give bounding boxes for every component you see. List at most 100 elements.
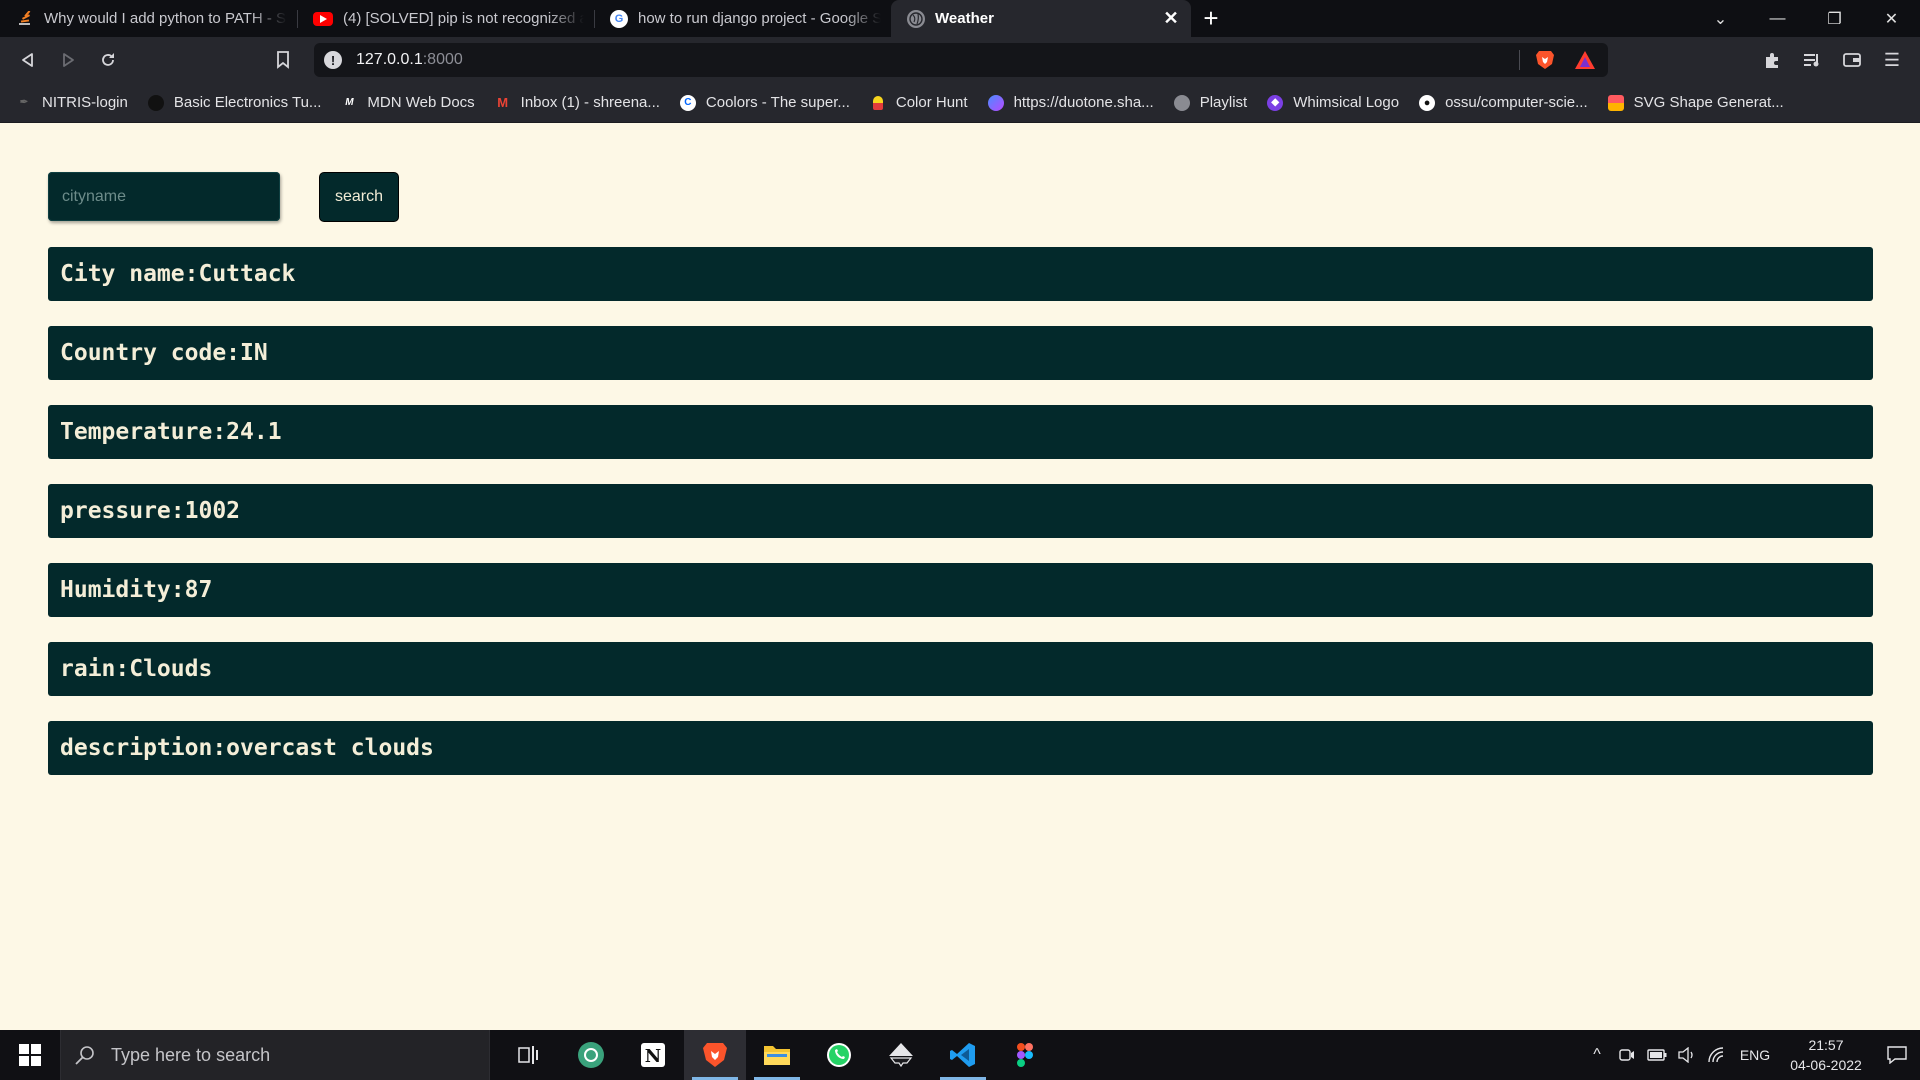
search-button[interactable]: search [319, 172, 399, 222]
svg-shape-icon [1607, 94, 1624, 111]
battery-icon[interactable] [1642, 1049, 1672, 1061]
search-icon [75, 1046, 94, 1065]
window-controls: ⌄ — ❐ ✕ [1692, 0, 1920, 37]
bookmark-label: Coolors - The super... [705, 94, 850, 111]
chatgpt-icon [578, 1042, 604, 1068]
taskbar-app-notion[interactable]: N [622, 1030, 684, 1080]
result-pressure: pressure:1002 [48, 484, 1873, 538]
address-bar[interactable]: ! 127.0.0.1:8000 [314, 43, 1608, 77]
tab-google[interactable]: G how to run django project - Google Se [594, 0, 891, 37]
tab-title: how to run django project - Google Se [638, 10, 881, 27]
wallet-icon[interactable] [1832, 40, 1872, 80]
language-indicator[interactable]: ENG [1732, 1047, 1778, 1063]
extensions-icon[interactable] [1752, 40, 1792, 80]
globe-icon [1173, 94, 1190, 111]
inkscape-icon [889, 1043, 913, 1068]
notification-center-button[interactable] [1874, 1030, 1920, 1080]
restore-button[interactable]: ❐ [1806, 0, 1863, 37]
meet-now-icon[interactable] [1612, 1048, 1642, 1062]
result-rain: rain:Clouds [48, 642, 1873, 696]
coolors-icon: C [679, 94, 696, 111]
site-info-icon[interactable]: ! [324, 51, 342, 69]
close-tab-icon[interactable]: ✕ [1161, 8, 1181, 29]
city-name-input[interactable] [48, 172, 280, 221]
bookmark-color-hunt[interactable]: Color Hunt [870, 94, 968, 111]
bookmark-svg-shape[interactable]: SVG Shape Generat... [1607, 94, 1784, 111]
omnibox-divider [1519, 50, 1520, 70]
bookmark-icon[interactable] [263, 40, 303, 80]
bookmarks-bar: ✒ NITRIS-login Basic Electronics Tu... MM… [0, 83, 1920, 123]
result-country-code: Country code:IN [48, 326, 1873, 380]
tab-search-icon[interactable]: ⌄ [1692, 0, 1749, 37]
taskbar-app-file-explorer[interactable] [746, 1030, 808, 1080]
folder-icon [764, 1046, 790, 1065]
bookmark-mdn[interactable]: M MDN Web Docs [341, 94, 474, 111]
gmail-icon: M [497, 95, 509, 110]
wifi-icon[interactable] [1702, 1047, 1732, 1063]
result-humidity: Humidity:87 [48, 563, 1873, 617]
tab-title: Weather [935, 10, 994, 27]
new-tab-button[interactable]: + [1191, 0, 1231, 37]
bookmark-playlist[interactable]: Playlist [1173, 94, 1247, 111]
windows-icon [19, 1044, 41, 1066]
result-temperature: Temperature:24.1 [48, 405, 1873, 459]
brave-rewards-icon[interactable] [1574, 50, 1596, 70]
color-hunt-icon [872, 95, 883, 110]
menu-icon[interactable]: ☰ [1872, 40, 1912, 80]
minimize-button[interactable]: — [1749, 0, 1806, 37]
taskbar-app-figma[interactable] [994, 1030, 1056, 1080]
taskbar-app-inkscape[interactable] [870, 1030, 932, 1080]
clock[interactable]: 21:57 04-06-2022 [1778, 1035, 1874, 1075]
globe-icon [907, 9, 925, 28]
reload-button[interactable] [88, 40, 128, 80]
volume-icon[interactable] [1672, 1047, 1702, 1063]
system-tray: ^ ENG 21:57 04-06-2022 [1582, 1030, 1920, 1080]
tab-weather[interactable]: Weather ✕ [891, 0, 1191, 37]
bookmark-ossu[interactable]: ● ossu/computer-scie... [1419, 94, 1588, 111]
start-button[interactable] [0, 1030, 60, 1080]
stackoverflow-icon [16, 10, 34, 28]
back-button[interactable] [8, 40, 48, 80]
chevron-up-icon[interactable]: ^ [1582, 1046, 1612, 1064]
tab-youtube[interactable]: (4) [SOLVED] pip is not recognized as a [297, 0, 594, 37]
brave-shields-icon[interactable] [1534, 49, 1556, 71]
toolbar-actions: ☰ [1752, 40, 1912, 80]
tab-strip: Why would I add python to PATH - Sta (4)… [0, 0, 1920, 37]
bookmark-basic-electronics[interactable]: Basic Electronics Tu... [147, 94, 322, 111]
task-view-icon [518, 1046, 538, 1064]
browser-toolbar: ! 127.0.0.1:8000 ☰ [0, 37, 1920, 83]
taskbar-search-placeholder: Type here to search [111, 1044, 271, 1065]
bookmark-label: https://duotone.sha... [1013, 94, 1154, 111]
bookmark-coolors[interactable]: C Coolors - The super... [679, 94, 850, 111]
close-window-button[interactable]: ✕ [1863, 0, 1920, 37]
url-port: :8000 [422, 51, 463, 68]
youtube-icon [313, 11, 333, 26]
taskbar-app-brave[interactable] [684, 1030, 746, 1080]
svg-text:N: N [645, 1046, 661, 1067]
figma-icon [1017, 1043, 1033, 1067]
task-view-button[interactable] [498, 1030, 560, 1080]
forward-button[interactable] [48, 40, 88, 80]
github-icon: ● [1419, 94, 1436, 111]
bookmark-gmail[interactable]: M Inbox (1) - shreena... [495, 94, 660, 111]
bookmark-label: Inbox (1) - shreena... [520, 94, 660, 111]
taskbar-app-whatsapp[interactable] [808, 1030, 870, 1080]
playlist-icon[interactable] [1792, 40, 1832, 80]
result-city-name: City name:Cuttack [48, 247, 1873, 301]
mdn-icon: M [345, 97, 354, 108]
taskbar-app-chatgpt[interactable] [560, 1030, 622, 1080]
bookmark-duotone[interactable]: https://duotone.sha... [987, 94, 1154, 111]
feather-icon: ✒ [19, 97, 29, 108]
whimsical-icon: ◆ [1267, 94, 1284, 111]
bookmark-nitris[interactable]: ✒ NITRIS-login [16, 94, 128, 111]
taskbar-app-vscode[interactable] [932, 1030, 994, 1080]
result-description: description:overcast clouds [48, 721, 1873, 775]
bookmark-label: Basic Electronics Tu... [173, 94, 322, 111]
brave-icon [703, 1043, 727, 1067]
duotone-icon [987, 94, 1004, 111]
bookmark-whimsical[interactable]: ◆ Whimsical Logo [1267, 94, 1399, 111]
google-icon: G [610, 9, 628, 28]
tab-stackoverflow[interactable]: Why would I add python to PATH - Sta [0, 0, 297, 37]
windows-taskbar: Type here to search N ^ ENG 21:57 04-06-… [0, 1030, 1920, 1080]
taskbar-search[interactable]: Type here to search [60, 1030, 490, 1080]
